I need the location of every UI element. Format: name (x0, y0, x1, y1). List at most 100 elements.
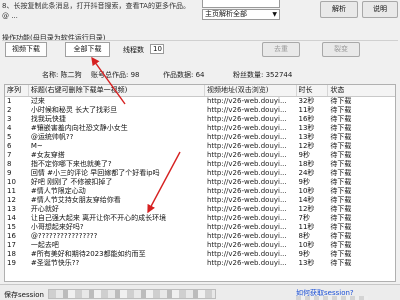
row-title: #镶嵌害羞内向社恐文静小女生 (30, 124, 128, 132)
row-url[interactable]: http://v26-web.douyi... (205, 205, 297, 214)
row-duration: 16秒 (298, 115, 315, 123)
table-row[interactable]: 11 #情人节限定心动 http://v26-web.douyi... 10秒 待下载 (5, 187, 395, 196)
col-status[interactable]: 状态 (328, 85, 395, 96)
row-status: 待下载 (330, 187, 352, 195)
row-title: 指不定你哪下来也就美了? (30, 160, 112, 168)
top-input[interactable] (202, 0, 280, 8)
fission-button[interactable]: 裂变 (322, 42, 360, 57)
table-row[interactable]: 14 让自己强大起来 离开让你不开心的成长环境 http://v26-web.dou… (5, 214, 395, 223)
row-duration: 11秒 (298, 106, 315, 114)
row-url[interactable]: http://v26-web.douyi... (205, 223, 297, 232)
help-button[interactable]: 说明 (362, 1, 398, 18)
row-index: 5 (7, 133, 12, 141)
table-row[interactable]: 3 找我玩快捷 http://v26-web.douyi... 16秒 待下载 (5, 115, 395, 124)
table-row[interactable]: 1 过来 http://v26-web.douyi... 32秒 待下载 (5, 97, 395, 106)
row-index: 3 (7, 115, 12, 123)
row-index: 17 (7, 241, 16, 249)
row-index: 7 (7, 151, 12, 159)
row-title: 回情 #小三的评论 早回嫁都了个好看ip吗 (30, 169, 160, 177)
row-status: 待下载 (330, 115, 352, 123)
row-url[interactable]: http://v26-web.douyi... (205, 169, 297, 178)
row-duration: 9秒 (298, 250, 310, 258)
works-table[interactable]: 序列 标题(右键可删除下载单一视频) 视频地址(双击浏览) 时长 状态 1 过来 h… (4, 84, 396, 282)
table-row[interactable]: 2 小时候和秘灵 长大了找彩旦 http://v26-web.douyi... 11秒… (5, 106, 395, 115)
row-url[interactable]: http://v26-web.douyi... (205, 250, 297, 259)
row-index: 19 (7, 259, 16, 267)
row-duration: 24秒 (298, 169, 315, 177)
row-url[interactable]: http://v26-web.douyi... (205, 178, 297, 187)
table-row[interactable]: 16 @???????????????? http://v26-web.douyi.… (5, 232, 395, 241)
row-url[interactable]: http://v26-web.douyi... (205, 124, 297, 133)
table-row[interactable]: 7 #女友穿搭 http://v26-web.douyi... 9秒 待下载 (5, 151, 395, 160)
table-header: 序列 标题(右键可删除下载单一视频) 视频地址(双击浏览) 时长 状态 (5, 85, 395, 97)
row-url[interactable]: http://v26-web.douyi... (205, 259, 297, 268)
row-index: 2 (7, 106, 12, 114)
row-duration: 13秒 (298, 133, 315, 141)
col-duration[interactable]: 时长 (297, 85, 329, 96)
table-row[interactable]: 8 指不定你哪下来也就美了? http://v26-web.douyi... 18秒 待… (5, 160, 395, 169)
status-bar: 保存session 如何获取session? (0, 284, 400, 300)
row-status: 待下载 (330, 241, 352, 249)
row-url[interactable]: http://v26-web.douyi... (205, 196, 297, 205)
row-url[interactable]: http://v26-web.douyi... (205, 160, 297, 169)
dedupe-button[interactable]: 去重 (262, 42, 300, 57)
col-url[interactable]: 视频地址(双击浏览) (205, 85, 297, 96)
row-status: 待下载 (330, 205, 352, 213)
hint-line-1: 8、长按复制此条消息，打开抖音搜索，查看TA的更多作品。 (2, 2, 190, 10)
row-url[interactable]: http://v26-web.douyi... (205, 115, 297, 124)
row-duration: 32秒 (298, 97, 315, 105)
thread-count-input[interactable]: 10 (150, 44, 164, 54)
row-duration: 11秒 (298, 223, 315, 231)
row-url[interactable]: http://v26-web.douyi... (205, 133, 297, 142)
row-index: 14 (7, 214, 16, 222)
row-status: 待下载 (330, 124, 352, 132)
row-duration: 13秒 (298, 124, 315, 132)
tab-download-all[interactable]: 全部下载 (65, 42, 110, 57)
row-duration: 12秒 (298, 142, 315, 150)
row-index: 6 (7, 142, 12, 150)
row-url[interactable]: http://v26-web.douyi... (205, 214, 297, 223)
table-row[interactable]: 9 回情 #小三的评论 早回嫁都了个好看ip吗 http://v26-web.dou… (5, 169, 395, 178)
tab-video-download[interactable]: 视频下载 (5, 42, 47, 57)
row-status: 待下载 (330, 97, 352, 105)
row-index: 9 (7, 169, 12, 177)
session-input[interactable] (48, 289, 216, 299)
chevron-down-icon: ▼ (272, 11, 277, 18)
table-row[interactable]: 18 #所有美好和期待2023都能如约而至 http://v26-web.douyi… (5, 250, 395, 259)
parse-button[interactable]: 解析 (320, 1, 358, 18)
row-status: 待下载 (330, 142, 352, 150)
row-status: 待下载 (330, 214, 352, 222)
row-title: @运统帅帆?? (30, 133, 74, 141)
col-title[interactable]: 标题(右键可删除下载单一视频) (29, 85, 205, 96)
parse-mode-value: 主页解析全部 (205, 10, 247, 18)
row-index: 10 (7, 178, 16, 186)
parse-mode-select[interactable]: 主页解析全部 ▼ (202, 9, 280, 20)
row-title: #女友穿搭 (30, 151, 65, 159)
row-status: 待下载 (330, 178, 352, 186)
row-url[interactable]: http://v26-web.douyi... (205, 97, 297, 106)
row-url[interactable]: http://v26-web.douyi... (205, 232, 297, 241)
table-row[interactable]: 6 M~ http://v26-web.douyi... 12秒 待下载 (5, 142, 395, 151)
account-total-works: 账号总作品: 98 (91, 71, 140, 79)
row-title: @???????????????? (30, 232, 98, 240)
table-row[interactable]: 10 好吧 刚刚了 不修被扣掉了 http://v26-web.douyi... 9秒… (5, 178, 395, 187)
table-row[interactable]: 19 #圣诞节快乐?? http://v26-web.douyi... 13秒 待下载 (5, 259, 395, 268)
col-index[interactable]: 序列 (5, 85, 29, 96)
row-url[interactable]: http://v26-web.douyi... (205, 142, 297, 151)
row-url[interactable]: http://v26-web.douyi... (205, 151, 297, 160)
table-row[interactable]: 12 #情人节艾持女朋友穿给你看 http://v26-web.douyi... 14… (5, 196, 395, 205)
table-row[interactable]: 5 @运统帅帆?? http://v26-web.douyi... 13秒 待下载 (5, 133, 395, 142)
table-row[interactable]: 13 开心就好 http://v26-web.douyi... 12秒 待下载 (5, 205, 395, 214)
row-title: 小哥想起来好吗? (30, 223, 84, 231)
row-duration: 13秒 (298, 259, 315, 267)
row-duration: 14秒 (298, 196, 315, 204)
table-row[interactable]: 4 #镶嵌害羞内向社恐文静小女生 http://v26-web.douyi... 13… (5, 124, 395, 133)
row-url[interactable]: http://v26-web.douyi... (205, 187, 297, 196)
row-duration: 18秒 (298, 160, 315, 168)
table-row[interactable]: 17 一起去吧 http://v26-web.douyi... 10秒 待下载 (5, 241, 395, 250)
row-status: 待下载 (330, 223, 352, 231)
row-url[interactable]: http://v26-web.douyi... (205, 106, 297, 115)
table-row[interactable]: 15 小哥想起来好吗? http://v26-web.douyi... 11秒 待下载 (5, 223, 395, 232)
account-name: 名称: 陈二狗 (42, 71, 82, 79)
row-url[interactable]: http://v26-web.douyi... (205, 241, 297, 250)
